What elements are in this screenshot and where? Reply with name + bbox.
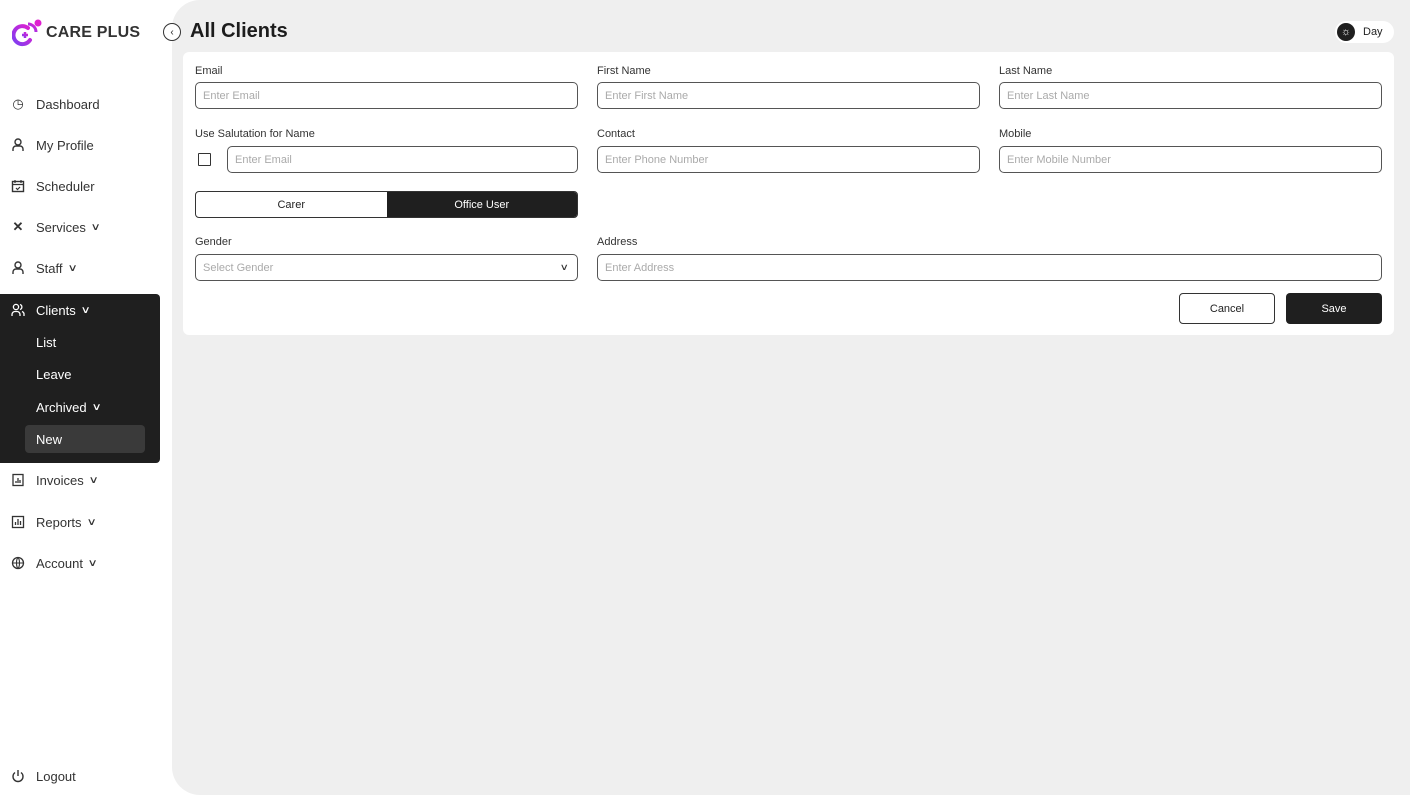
chevron-down-icon: ∨ (88, 474, 99, 486)
sidebar-item-label: Account (36, 555, 83, 571)
power-icon (10, 768, 26, 784)
first-name-field[interactable] (597, 82, 980, 109)
subitem-label: List (36, 334, 57, 350)
globe-icon (10, 555, 26, 571)
email-label: Email (195, 65, 223, 77)
subitem-label: Leave (36, 366, 72, 382)
gender-placeholder: Select Gender (203, 261, 274, 274)
sidebar-item-label: Invoices (36, 472, 84, 488)
first-name-label: First Name (597, 65, 651, 77)
calendar-icon (10, 178, 26, 194)
logo[interactable]: CARE PLUS (12, 18, 140, 48)
sidebar-subitem-list[interactable]: List (25, 328, 145, 356)
care-plus-logo-icon (12, 19, 42, 47)
carer-option[interactable]: Carer (196, 192, 387, 217)
chevron-left-icon: ‹ (170, 26, 174, 38)
sidebar-item-staff[interactable]: Staff ∨ (0, 253, 160, 283)
contact-label: Contact (597, 128, 635, 140)
chevron-down-icon: ∨ (67, 262, 78, 274)
sidebar-subitem-new[interactable]: New (25, 425, 145, 453)
sidebar-item-label: My Profile (36, 137, 94, 153)
sidebar-item-account[interactable]: Account ∨ (0, 548, 160, 578)
email-field[interactable] (195, 82, 578, 109)
sidebar-subitem-leave[interactable]: Leave (25, 360, 145, 388)
user-icon (10, 260, 26, 276)
chart-icon (10, 514, 26, 530)
chevron-down-icon: ∨ (87, 557, 98, 569)
sidebar-item-label: Staff (36, 260, 63, 276)
contact-field[interactable] (597, 146, 980, 173)
address-field[interactable] (597, 254, 1382, 281)
chevron-down-icon: ∨ (80, 304, 91, 316)
last-name-label: Last Name (999, 65, 1053, 77)
page-title: All Clients (190, 20, 288, 42)
mobile-field[interactable] (999, 146, 1382, 173)
mobile-label: Mobile (999, 128, 1032, 140)
sidebar-item-clients[interactable]: Clients ∨ (0, 295, 160, 325)
theme-label: Day (1363, 26, 1383, 38)
chevron-down-icon: ∨ (560, 262, 570, 272)
subitem-label: Archived (36, 399, 87, 415)
sidebar-item-label: Dashboard (36, 96, 100, 112)
theme-toggle[interactable]: ☼ Day (1335, 21, 1394, 43)
chevron-down-icon: ∨ (86, 516, 97, 528)
address-label: Address (597, 236, 638, 248)
invoice-icon (10, 472, 26, 488)
user-type-toggle: Carer Office User (195, 191, 578, 218)
subitem-label: New (36, 431, 63, 447)
sidebar-item-label: Clients (36, 302, 76, 318)
save-button[interactable]: Save (1286, 293, 1382, 324)
sidebar-item-my-profile[interactable]: My Profile (0, 130, 160, 160)
clients-menu-group: Clients ∨ List Leave Archived ∨ New (0, 294, 160, 463)
sidebar-item-label: Reports (36, 514, 82, 530)
sidebar-item-dashboard[interactable]: ◷ Dashboard (0, 89, 160, 119)
salutation-label: Use Salutation for Name (195, 128, 315, 140)
last-name-field[interactable] (999, 82, 1382, 109)
office-user-option[interactable]: Office User (386, 192, 577, 217)
sidebar-subitem-archived[interactable]: Archived ∨ (25, 393, 145, 421)
back-button[interactable]: ‹ (163, 23, 181, 41)
logout-label: Logout (36, 768, 76, 784)
tools-icon: ✕ (12, 219, 24, 234)
sidebar-item-label: Scheduler (36, 178, 95, 194)
salutation-checkbox[interactable] (198, 153, 211, 166)
cancel-button[interactable]: Cancel (1179, 293, 1275, 324)
gender-label: Gender (195, 236, 232, 248)
user-icon (10, 137, 26, 153)
sidebar-item-label: Services (36, 219, 86, 235)
users-icon (10, 302, 26, 318)
sun-icon: ☼ (1337, 23, 1355, 41)
salutation-field[interactable] (227, 146, 578, 173)
brand-name: CARE PLUS (46, 24, 141, 41)
sidebar-item-invoices[interactable]: Invoices ∨ (0, 465, 160, 495)
sidebar-item-scheduler[interactable]: Scheduler (0, 171, 160, 201)
sidebar: CARE PLUS ◷ Dashboard My Profile Schedule… (0, 0, 172, 795)
logout-button[interactable]: Logout (0, 761, 160, 791)
chevron-down-icon: ∨ (91, 401, 102, 413)
gender-select[interactable]: Select Gender ∨ (195, 254, 578, 281)
dashboard-gauge-icon: ◷ (12, 96, 24, 111)
chevron-down-icon: ∨ (90, 221, 101, 233)
sidebar-item-reports[interactable]: Reports ∨ (0, 507, 160, 537)
sidebar-item-services[interactable]: ✕ Services ∨ (0, 212, 160, 242)
